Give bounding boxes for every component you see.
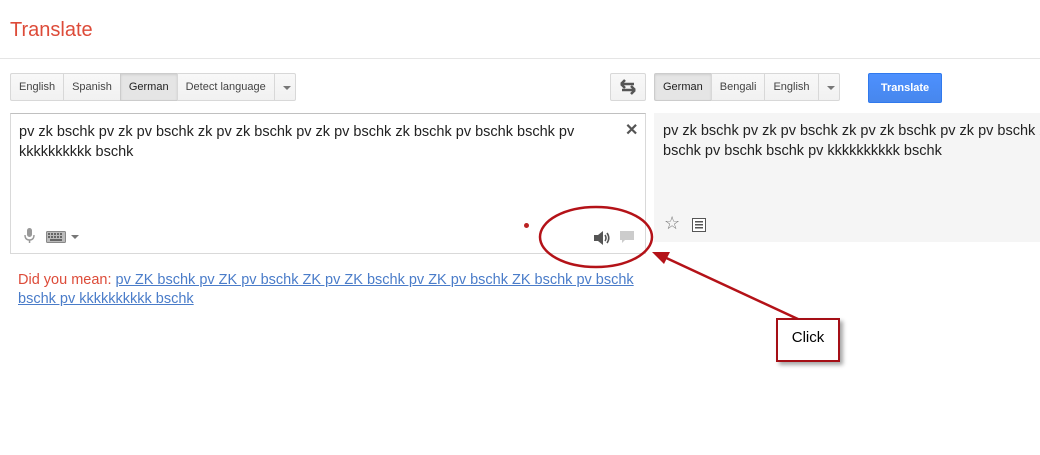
source-lang-dropdown[interactable] — [273, 73, 296, 101]
clear-icon[interactable]: ✕ — [625, 120, 638, 140]
chevron-down-icon — [826, 86, 835, 90]
result-text: pv zk bschk pv zk pv bschk zk pv zk bsch… — [663, 123, 1040, 159]
annotation-arrowhead — [652, 252, 670, 264]
swap-languages-button[interactable] — [610, 73, 646, 101]
target-lang-german[interactable]: German — [654, 73, 711, 101]
target-lang-english[interactable]: English — [764, 73, 818, 101]
swap-arrows-icon — [620, 79, 636, 95]
translate-button[interactable]: Translate — [868, 73, 942, 103]
chevron-down-icon — [282, 86, 291, 90]
header-bar: Translate — [0, 0, 1040, 59]
star-icon[interactable]: ☆ — [664, 213, 680, 234]
target-language-bar: German Bengali English — [654, 73, 840, 101]
source-lang-english[interactable]: English — [10, 73, 64, 101]
app-title: Translate — [10, 19, 93, 41]
annotation-click-label: Click — [776, 318, 840, 362]
keyboard-icon[interactable] — [46, 231, 66, 243]
did-you-mean: Did you mean: pv ZK bschk pv ZK pv bschk… — [18, 271, 638, 309]
target-lang-bengali[interactable]: Bengali — [710, 73, 765, 101]
target-lang-dropdown[interactable] — [817, 73, 840, 101]
speech-bubble-icon[interactable] — [619, 229, 635, 245]
result-area: pv zk bschk pv zk pv bschk zk pv zk bsch… — [654, 113, 1040, 242]
source-lang-detect[interactable]: Detect language — [176, 73, 274, 101]
source-lang-spanish[interactable]: Spanish — [63, 73, 120, 101]
source-text-area[interactable]: pv zk bschk pv zk pv bschk zk pv zk bsch… — [10, 113, 646, 254]
annotation-dot — [524, 223, 529, 228]
did-you-mean-label: Did you mean: — [18, 272, 112, 288]
source-lang-german[interactable]: German — [119, 73, 177, 101]
speaker-icon[interactable] — [593, 230, 611, 246]
list-icon[interactable] — [692, 218, 706, 232]
microphone-icon[interactable] — [24, 228, 36, 244]
annotation-arrow-line — [661, 254, 801, 322]
keyboard-dropdown-icon[interactable] — [71, 235, 79, 239]
source-text[interactable]: pv zk bschk pv zk pv bschk zk pv zk bsch… — [19, 122, 609, 162]
source-language-bar: English Spanish German Detect language — [10, 73, 296, 101]
